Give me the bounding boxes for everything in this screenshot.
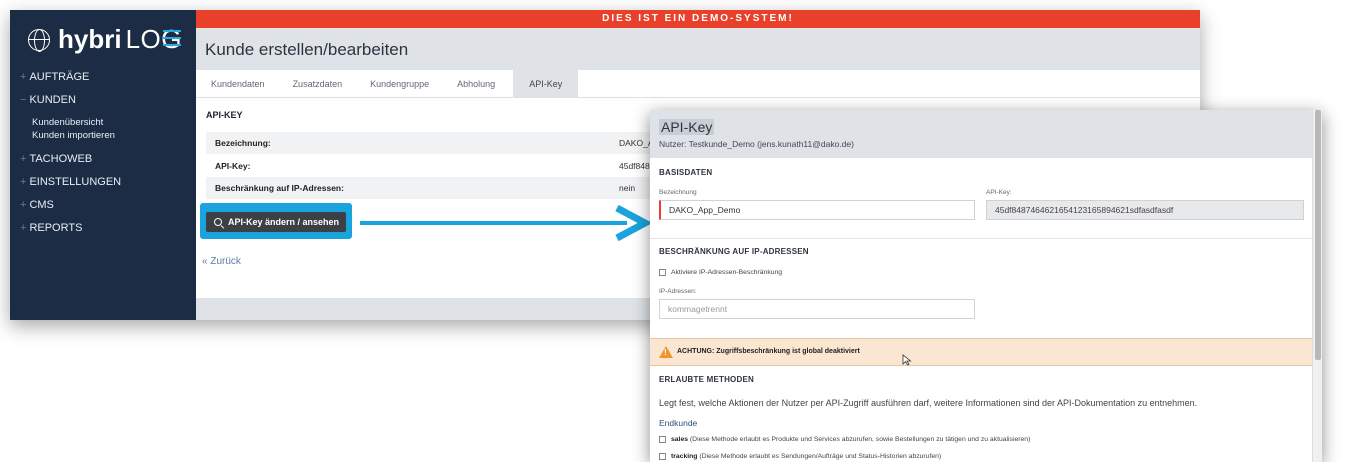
globe-icon: [28, 28, 50, 52]
sidebar-item-auftraege[interactable]: + AUFTRÄGE: [10, 66, 196, 89]
checkbox-box[interactable]: [659, 269, 666, 276]
app-logo[interactable]: hybri LOG: [28, 24, 182, 55]
sidebar-item-kunden[interactable]: − KUNDEN: [10, 89, 196, 112]
search-icon: [214, 218, 222, 226]
button-highlight: API-Key ändern / ansehen: [200, 203, 352, 239]
warning-text: ACHTUNG: Zugriffsbeschränkung ist global…: [677, 348, 860, 355]
method-tracking-checkbox[interactable]: tracking (Diese Methode erlaubt es Sendu…: [659, 453, 941, 460]
collapse-icon: −: [20, 94, 27, 106]
arrow-right-icon: [360, 204, 653, 242]
scrollbar-thumb[interactable]: [1315, 110, 1321, 360]
sidebar: hybri LOG + AUFTRÄGE − KUNDEN Kundenübersic…: [10, 10, 196, 320]
ip-addresses-label: IP-Adressen:: [659, 288, 697, 295]
sidebar-item-label: EINSTELLUNGEN: [29, 176, 122, 188]
sidebar-item-label: CMS: [29, 199, 54, 211]
sidebar-subitem-kundenuebersicht[interactable]: Kundenübersicht: [10, 116, 196, 129]
method-name: sales: [671, 436, 689, 443]
button-label: API-Key ändern / ansehen: [228, 217, 340, 227]
logo-brand: hybri: [58, 24, 122, 54]
ip-restriction-checkbox[interactable]: Aktiviere IP-Adressen-Beschränkung: [659, 269, 782, 276]
sidebar-item-tachoweb[interactable]: + TACHOWEB: [10, 148, 196, 171]
method-sales-checkbox[interactable]: sales (Diese Methode erlaubt es Produkte…: [659, 436, 1030, 443]
dialog-header: API-Key Nutzer: Testkunde_Demo (jens.kun…: [650, 110, 1322, 158]
ip-restriction-title: BESCHRÄNKUNG AUF IP-ADRESSEN: [659, 247, 809, 256]
expand-icon: +: [20, 153, 27, 165]
dialog-title: API-Key: [659, 119, 715, 135]
row-key: Beschränkung auf IP-Adressen:: [215, 183, 344, 193]
checkbox-label: tracking (Diese Methode erlaubt es Sendu…: [671, 453, 941, 460]
method-name: tracking: [671, 453, 698, 460]
method-desc: (Diese Methode erlaubt es Produkte und S…: [689, 436, 1031, 443]
expand-icon: +: [20, 71, 27, 83]
tab-bar: Kundendaten Zusatzdaten Kundengruppe Abh…: [196, 70, 1200, 98]
expand-icon: +: [20, 222, 27, 234]
bezeichnung-input[interactable]: DAKO_App_Demo: [659, 200, 975, 220]
change-api-key-button[interactable]: API-Key ändern / ansehen: [206, 212, 346, 232]
row-key: Bezeichnung:: [215, 138, 271, 148]
sidebar-item-label: KUNDEN: [29, 94, 76, 106]
checkbox-label: Aktiviere IP-Adressen-Beschränkung: [671, 269, 783, 276]
method-desc: (Diese Methode erlaubt es Sendungen/Auft…: [699, 453, 942, 460]
methods-group-endkunde: Endkunde: [659, 418, 698, 428]
basisdaten-title: BASISDATEN: [659, 168, 713, 177]
kunden-submenu: Kundenübersicht Kunden importieren: [10, 112, 196, 148]
sidebar-item-cms[interactable]: + CMS: [10, 194, 196, 217]
methods-description: Legt fest, welche Aktionen der Nutzer pe…: [659, 398, 1198, 408]
sidebar-subitem-kunden-importieren[interactable]: Kunden importieren: [10, 129, 196, 142]
divider: [650, 238, 1312, 239]
dialog-scrollbar[interactable]: [1312, 110, 1322, 462]
dialog-subtitle: Nutzer: Testkunde_Demo (jens.kunath11@da…: [659, 139, 854, 149]
sidebar-item-label: TACHOWEB: [29, 153, 93, 165]
back-link[interactable]: « Zurück: [202, 256, 241, 267]
row-value: nein: [619, 183, 636, 193]
sidebar-item-label: AUFTRÄGE: [29, 71, 90, 83]
tab-zusatzdaten[interactable]: Zusatzdaten: [283, 70, 361, 97]
warning-banner: ACHTUNG: Zugriffsbeschränkung ist global…: [650, 338, 1312, 366]
api-key-label: API-Key:: [986, 189, 1012, 196]
expand-icon: +: [20, 199, 27, 211]
warning-icon: [659, 346, 673, 358]
sidebar-item-reports[interactable]: + REPORTS: [10, 217, 196, 240]
sidebar-item-einstellungen[interactable]: + EINSTELLUNGEN: [10, 171, 196, 194]
tab-kundengruppe[interactable]: Kundengruppe: [360, 70, 447, 97]
mouse-cursor-icon: [902, 354, 912, 366]
hamburger-menu-icon[interactable]: [163, 30, 181, 46]
sidebar-nav: + AUFTRÄGE − KUNDEN Kundenübersicht Kunden…: [10, 66, 196, 240]
api-key-field[interactable]: 45df8487464621654123165894621sdfasdfasdf: [986, 200, 1304, 220]
page-title: Kunde erstellen/bearbeiten: [196, 28, 1200, 70]
demo-banner: DIES IST EIN DEMO-SYSTEM!: [196, 10, 1200, 28]
row-key: API-Key:: [215, 161, 251, 171]
api-key-dialog: API-Key Nutzer: Testkunde_Demo (jens.kun…: [650, 110, 1322, 462]
ip-addresses-input[interactable]: kommagetrennt: [659, 299, 975, 319]
methods-title: ERLAUBTE METHODEN: [659, 375, 754, 384]
checkbox-label: sales (Diese Methode erlaubt es Produkte…: [671, 436, 1030, 443]
screenshot-stage: hybri LOG + AUFTRÄGE − KUNDEN Kundenübersic…: [0, 0, 1355, 462]
checkbox-box[interactable]: [659, 453, 666, 460]
tab-kundendaten[interactable]: Kundendaten: [201, 70, 283, 97]
tab-abholung[interactable]: Abholung: [447, 70, 513, 97]
checkbox-box[interactable]: [659, 436, 666, 443]
expand-icon: +: [20, 176, 27, 188]
sidebar-item-label: REPORTS: [29, 222, 83, 234]
tab-api-key[interactable]: API-Key: [513, 70, 579, 97]
bezeichnung-label: Bezeichnung: [659, 189, 697, 196]
